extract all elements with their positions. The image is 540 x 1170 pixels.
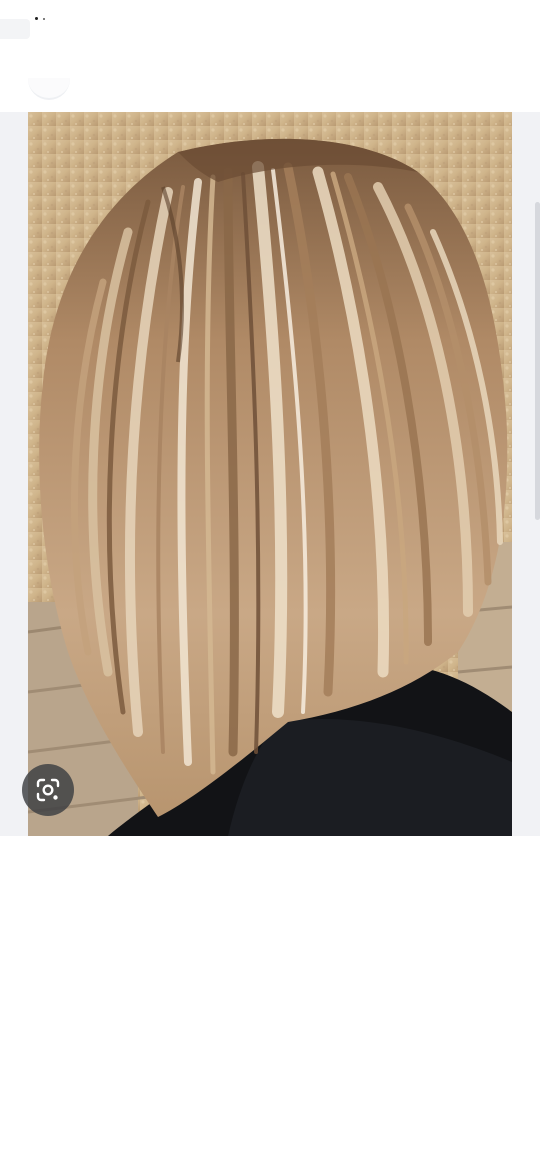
visual-search-button[interactable] [22,764,74,816]
status-dot-small [43,18,45,20]
header-bar [0,40,540,113]
image-viewer [0,112,540,836]
visual-search-icon [36,778,60,802]
hair-photo[interactable] [28,112,512,836]
status-dot [35,17,38,20]
scrollbar[interactable] [535,202,540,520]
content-area-blank [0,836,540,1170]
hair-photo-graphic [28,112,512,836]
avatar[interactable] [28,78,70,100]
status-chip [0,19,30,39]
status-bar [0,0,540,40]
screen [0,0,540,1170]
